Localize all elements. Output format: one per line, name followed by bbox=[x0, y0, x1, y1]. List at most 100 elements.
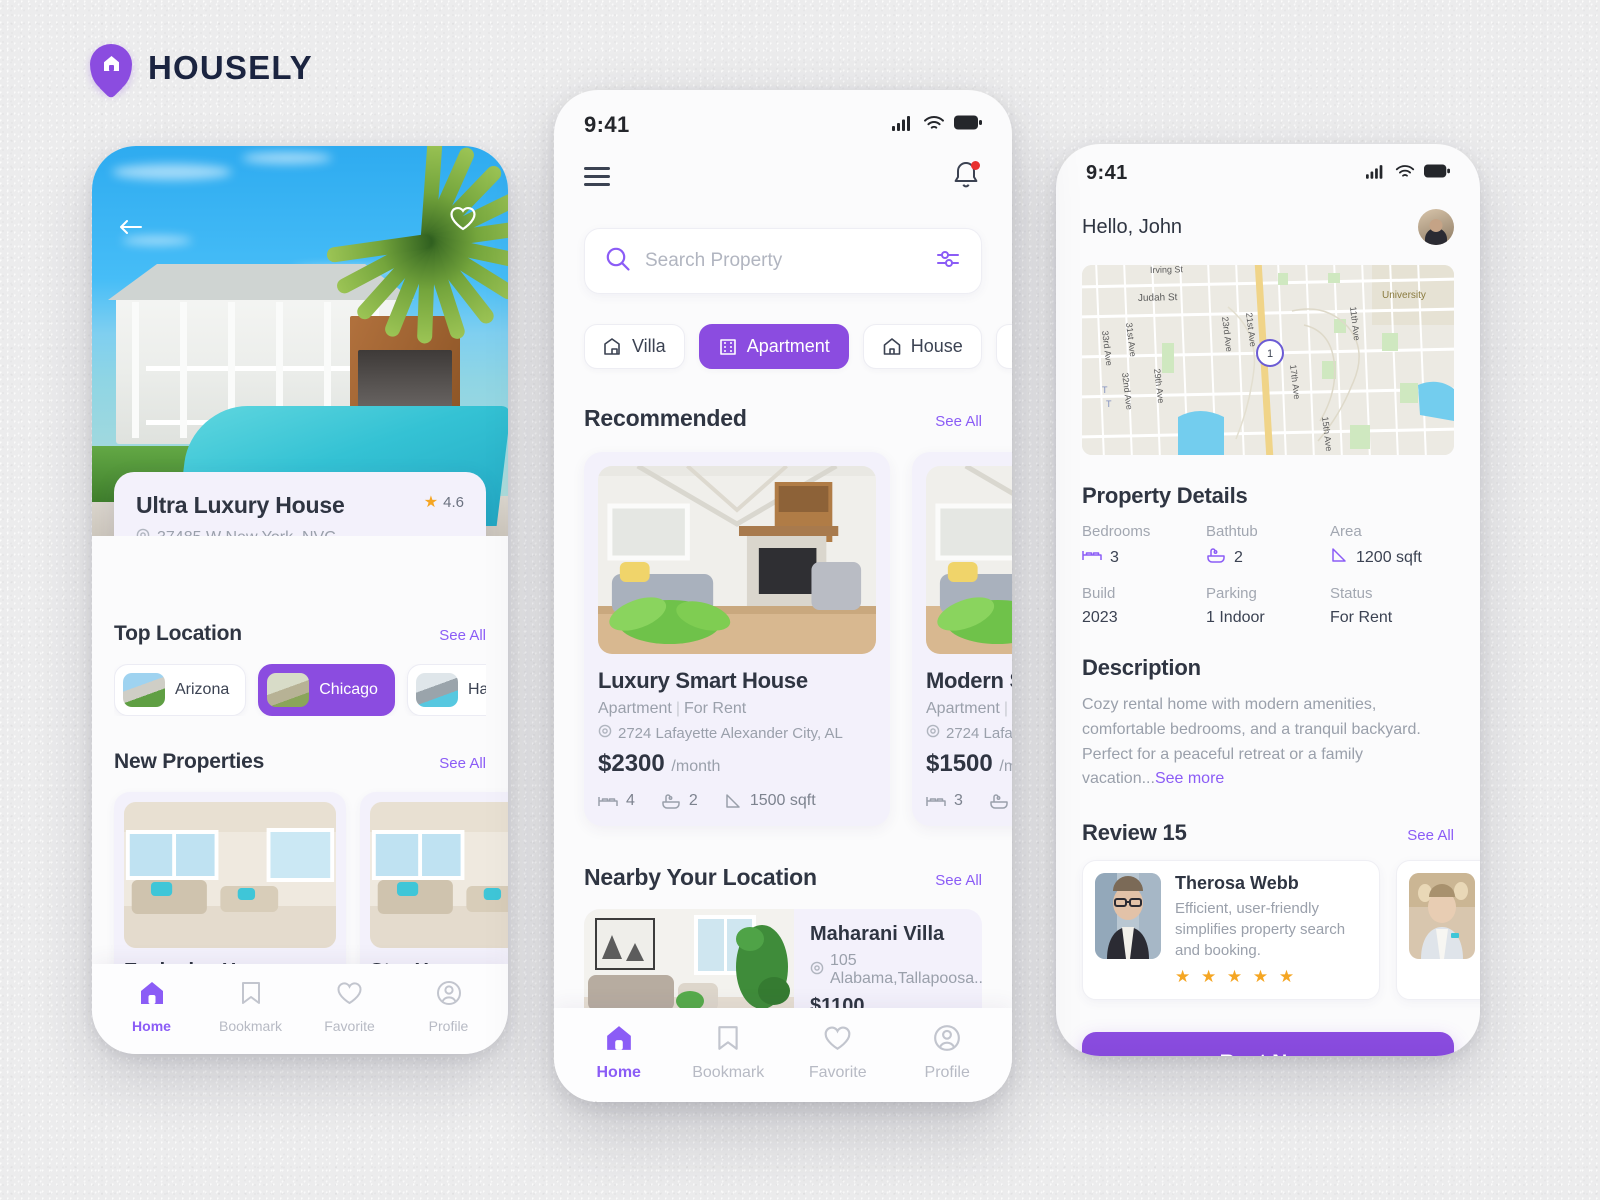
nav-label: Bookmark bbox=[218, 1018, 283, 1034]
featured-property-card[interactable]: Ultra Luxury House ★ 4.6 37485 W New Yor… bbox=[114, 472, 486, 536]
see-all-new-properties[interactable]: See All bbox=[439, 755, 486, 772]
filter-sliders-icon[interactable] bbox=[935, 248, 961, 275]
category-chip-house[interactable]: House bbox=[862, 324, 982, 369]
price-period: /month bbox=[999, 758, 1012, 775]
brand-name: HOUSELY bbox=[148, 49, 313, 86]
svg-text:T: T bbox=[1102, 385, 1108, 395]
phone-screen-property-details: 9:41 Hello, John Irving St Judah St 33rd… bbox=[1056, 144, 1480, 1056]
detail-status: Status For Rent bbox=[1330, 585, 1454, 627]
property-title: Ultra Luxury House bbox=[136, 492, 345, 518]
detail-bathtub: Bathtub 2 bbox=[1206, 523, 1330, 569]
description-body: Cozy rental home with modern amenities, … bbox=[1082, 696, 1421, 788]
nav-item-bookmark[interactable]: Bookmark bbox=[215, 980, 287, 1034]
reviewer-name: Therosa Webb bbox=[1175, 873, 1299, 894]
area-value: 1500 sqft bbox=[749, 792, 816, 809]
location-chip-hawaii[interactable]: Hawaii bbox=[406, 664, 486, 716]
nearby-header: Nearby Your Location See All bbox=[584, 864, 982, 891]
address-text: 105 Alabama,Tallapoosa... bbox=[830, 952, 982, 987]
detail-value-row: 3 bbox=[1082, 547, 1206, 568]
detail-label: Parking bbox=[1206, 585, 1257, 602]
location-pin-icon bbox=[926, 724, 940, 742]
category-chip-room[interactable]: Room bbox=[995, 324, 1012, 369]
location-chip-arizona[interactable]: Arizona bbox=[114, 664, 247, 716]
see-all-top-location[interactable]: See All bbox=[439, 627, 486, 644]
nav-item-favorite[interactable]: Favorite bbox=[314, 981, 386, 1034]
new-properties-header: New Properties See All bbox=[114, 750, 486, 774]
rent-now-button[interactable]: Rent Now bbox=[1082, 1032, 1454, 1056]
nav-item-home[interactable]: Home bbox=[583, 1024, 655, 1082]
bookmark-icon bbox=[715, 1024, 741, 1057]
meta-divider: | bbox=[1003, 700, 1008, 717]
review-card-therosa-webb[interactable]: Therosa Webb Efficient, user-friendly si… bbox=[1082, 860, 1380, 1001]
svg-text:1: 1 bbox=[1267, 348, 1273, 360]
location-label: Chicago bbox=[319, 681, 378, 698]
location-thumbnail bbox=[415, 673, 458, 707]
recommended-card-modern-smart-house[interactable]: Modern Smart House Apartment|For Rent 27… bbox=[912, 452, 1012, 826]
bedrooms-value: 3 bbox=[954, 792, 963, 809]
property-card-exclusive-house[interactable]: Exclusive House bbox=[114, 792, 346, 991]
nav-item-profile[interactable]: Profile bbox=[911, 1024, 983, 1082]
wifi-icon bbox=[923, 115, 945, 136]
location-label: Arizona bbox=[175, 681, 230, 698]
property-card-star-house[interactable]: Star House bbox=[360, 792, 508, 991]
top-location-list: Arizona Chicago Hawaii bbox=[114, 664, 486, 716]
notification-bell-icon[interactable] bbox=[952, 160, 982, 192]
hamburger-menu-icon[interactable] bbox=[584, 162, 610, 191]
location-thumbnail bbox=[267, 673, 310, 707]
bottom-navigation: Home Bookmark Favorite Profile bbox=[92, 964, 508, 1054]
location-label: Hawaii bbox=[467, 681, 486, 698]
bottom-navigation: Home Bookmark Favorite Profile bbox=[554, 1008, 1012, 1102]
house-pin-icon bbox=[90, 44, 132, 92]
nav-label: Bookmark bbox=[692, 1064, 765, 1081]
svg-text:Judah St: Judah St bbox=[1138, 292, 1178, 304]
property-meta: Apartment|For Rent bbox=[598, 700, 876, 718]
recommended-card-luxury-smart-house[interactable]: Luxury Smart House Apartment | For Rent 27… bbox=[584, 452, 890, 826]
section-title: Recommended bbox=[584, 405, 747, 431]
user-icon bbox=[436, 980, 462, 1011]
bedrooms-value: 4 bbox=[626, 792, 635, 809]
spec-bathrooms: 1 bbox=[989, 792, 1012, 810]
nav-item-favorite[interactable]: Favorite bbox=[802, 1025, 874, 1082]
spec-bedrooms: 3 bbox=[926, 792, 963, 810]
category-chip-apartment[interactable]: Apartment bbox=[698, 324, 849, 369]
reviews-list: Therosa Webb Efficient, user-friendly si… bbox=[1082, 860, 1480, 1001]
avatar[interactable] bbox=[1418, 209, 1454, 245]
see-more-link[interactable]: See more bbox=[1155, 770, 1224, 787]
svg-text:T: T bbox=[1106, 399, 1112, 409]
property-photo bbox=[598, 466, 876, 654]
search-input[interactable] bbox=[645, 250, 921, 272]
reviews-header: Review 15 See All bbox=[1082, 820, 1454, 846]
nav-item-home[interactable]: Home bbox=[116, 980, 188, 1034]
see-all-nearby[interactable]: See All bbox=[935, 872, 982, 889]
heart-outline-icon[interactable] bbox=[448, 204, 482, 238]
location-chip-chicago[interactable]: Chicago bbox=[258, 664, 395, 716]
cellular-signal-icon bbox=[1366, 164, 1386, 184]
detail-build: Build 2023 bbox=[1082, 585, 1206, 627]
detail-value: 1 Indoor bbox=[1206, 609, 1265, 626]
section-title: Nearby Your Location bbox=[584, 864, 817, 890]
detail-label: Bathtub bbox=[1206, 523, 1258, 540]
property-map[interactable]: Irving St Judah St 33rd Ave 31st Ave 32n… bbox=[1082, 265, 1454, 455]
detail-label: Build bbox=[1082, 585, 1116, 602]
search-bar[interactable] bbox=[584, 228, 982, 294]
property-meta: Apartment|For Rent bbox=[926, 700, 1012, 718]
user-icon bbox=[933, 1024, 961, 1057]
see-all-recommended[interactable]: See All bbox=[935, 413, 982, 430]
category-filter-list: Villa Apartment House Room bbox=[584, 324, 1012, 369]
nav-item-bookmark[interactable]: Bookmark bbox=[692, 1024, 764, 1082]
phone-screen-property-home: Ultra Luxury House ★ 4.6 37485 W New Yor… bbox=[92, 146, 508, 1054]
property-title: Modern Smart House bbox=[926, 668, 1012, 693]
location-pin-icon bbox=[810, 961, 824, 980]
detail-parking: Parking 1 Indoor bbox=[1206, 585, 1330, 627]
property-address: 105 Alabama,Tallapoosa... bbox=[810, 952, 982, 988]
svg-text:University: University bbox=[1382, 290, 1426, 301]
spec-area: 1500 sqft bbox=[724, 792, 816, 810]
home-icon bbox=[605, 1024, 633, 1057]
review-card-secondary[interactable]: Th Eff pro ★ ★ bbox=[1396, 860, 1480, 1001]
reviewer-photo bbox=[1409, 873, 1475, 960]
rating-value: 4.6 bbox=[443, 493, 464, 511]
nav-item-profile[interactable]: Profile bbox=[413, 980, 485, 1034]
category-chip-villa[interactable]: Villa bbox=[584, 324, 685, 369]
see-all-reviews[interactable]: See All bbox=[1407, 827, 1454, 844]
back-arrow-icon[interactable] bbox=[114, 210, 148, 244]
